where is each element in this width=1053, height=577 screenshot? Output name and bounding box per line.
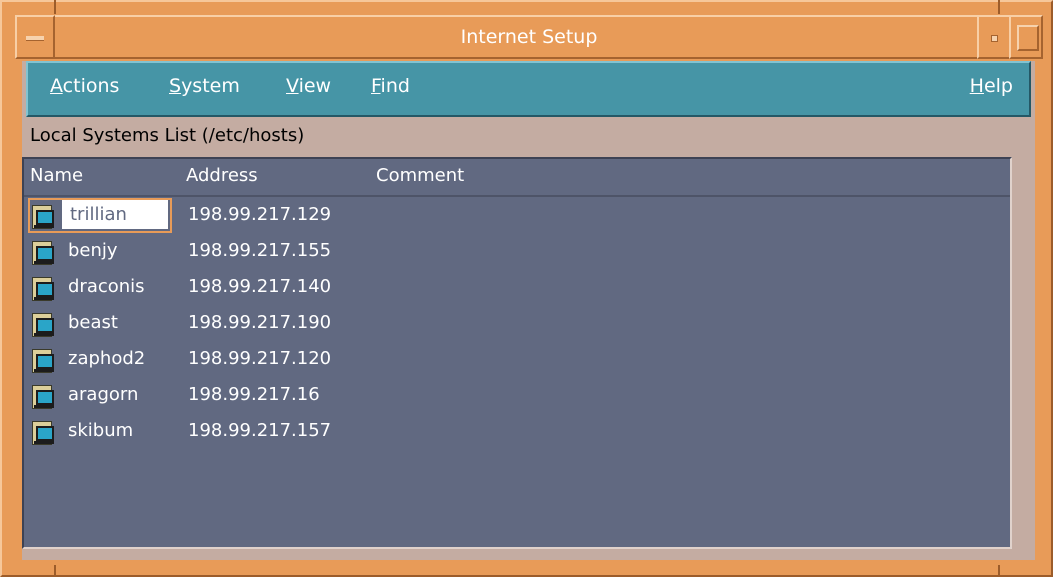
host-address: 198.99.217.190: [188, 312, 332, 333]
window-title: Internet Setup: [460, 26, 598, 48]
menu-find[interactable]: Find: [371, 75, 410, 97]
frame-corner-notch: [54, 565, 56, 577]
host-name: trillian: [62, 200, 168, 229]
column-header-row: Name Address Comment: [24, 159, 1010, 197]
host-row[interactable]: zaphod2 198.99.217.120: [26, 343, 1006, 377]
host-row[interactable]: beast 198.99.217.190: [26, 307, 1006, 341]
host-row[interactable]: trillian 198.99.217.129: [26, 198, 1006, 233]
host-row[interactable]: aragorn 198.99.217.16: [26, 379, 1006, 413]
computer-host-icon: [32, 313, 54, 337]
menu-help[interactable]: Help: [970, 75, 1013, 97]
frame-corner-notch: [998, 565, 1000, 577]
window-menu-icon: [26, 36, 44, 41]
computer-host-icon: [32, 385, 54, 409]
host-row[interactable]: draconis 198.99.217.140: [26, 271, 1006, 305]
host-name: beast: [68, 312, 118, 333]
host-address: 198.99.217.120: [188, 348, 332, 369]
host-address: 198.99.217.155: [188, 240, 332, 261]
menu-view[interactable]: View: [286, 75, 331, 97]
column-header-name[interactable]: Name: [30, 165, 83, 186]
host-address: 198.99.217.129: [188, 204, 332, 225]
minimize-button[interactable]: [977, 15, 1011, 59]
menu-actions[interactable]: Actions: [50, 75, 119, 97]
window-menu-button[interactable]: [15, 15, 55, 59]
minimize-icon: [991, 35, 998, 42]
frame-corner-notch: [998, 0, 1000, 14]
maximize-icon: [1017, 25, 1039, 51]
computer-host-icon: [32, 421, 54, 445]
host-name: benjy: [68, 240, 118, 261]
column-header-address[interactable]: Address: [186, 165, 258, 186]
host-name: skibum: [68, 420, 134, 441]
menu-bar: Actions System View Find Help: [26, 61, 1031, 117]
hosts-list[interactable]: Name Address Comment trillian 198.99.217…: [22, 157, 1012, 549]
host-address: 198.99.217.16: [188, 384, 320, 405]
host-name: draconis: [68, 276, 145, 297]
computer-host-icon: [32, 349, 54, 373]
host-address: 198.99.217.157: [188, 420, 332, 441]
host-row[interactable]: skibum 198.99.217.157: [26, 415, 1006, 449]
host-name: aragorn: [68, 384, 139, 405]
menu-system[interactable]: System: [169, 75, 240, 97]
computer-host-icon: [32, 205, 54, 229]
computer-host-icon: [32, 241, 54, 265]
title-bar[interactable]: Internet Setup: [15, 15, 1043, 59]
column-header-comment[interactable]: Comment: [376, 165, 464, 186]
maximize-button[interactable]: [1009, 15, 1043, 59]
host-address: 198.99.217.140: [188, 276, 332, 297]
list-label: Local Systems List (/etc/hosts): [30, 125, 305, 146]
frame-corner-notch: [54, 0, 56, 14]
computer-host-icon: [32, 277, 54, 301]
client-area: Actions System View Find Help Local Syst…: [22, 61, 1035, 560]
host-row[interactable]: benjy 198.99.217.155: [26, 235, 1006, 269]
host-name: zaphod2: [68, 348, 146, 369]
